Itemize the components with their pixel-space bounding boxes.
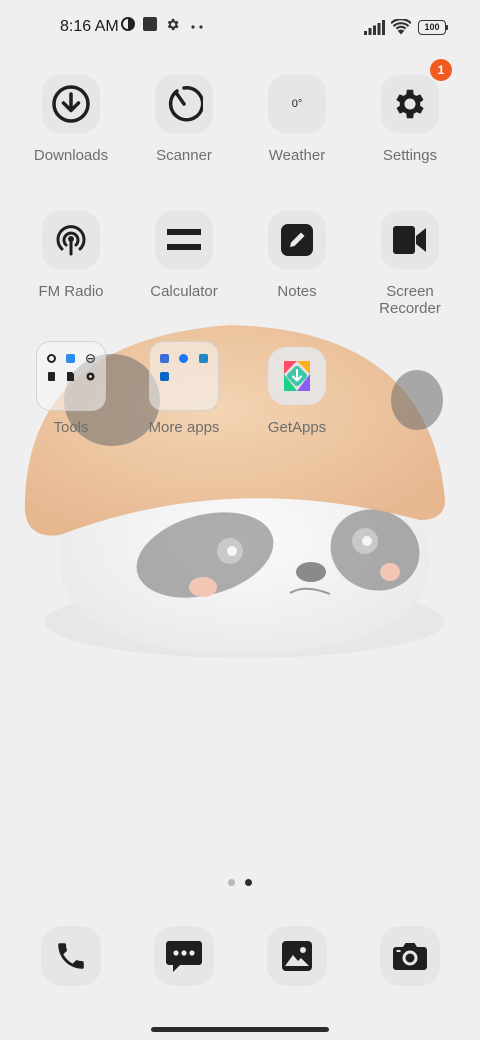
app-label: Weather xyxy=(268,147,326,164)
calculator-tile[interactable] xyxy=(155,211,213,269)
notification-badge: 1 xyxy=(430,59,452,81)
mini-app-icon xyxy=(43,353,60,363)
screen-recorder-tile[interactable] xyxy=(381,211,439,269)
video-camera-icon xyxy=(393,226,426,254)
app-getapps[interactable]: GetApps xyxy=(241,347,353,436)
pencil-icon xyxy=(281,224,313,256)
dock-phone[interactable] xyxy=(41,926,101,986)
data-saver-icon xyxy=(121,17,135,31)
phone-icon xyxy=(58,943,84,969)
mini-app-icon xyxy=(62,353,79,363)
more-dots-icon xyxy=(191,25,203,29)
downloads-tile[interactable] xyxy=(42,75,100,133)
app-calculator[interactable]: Calculator xyxy=(128,211,240,300)
dock-camera[interactable] xyxy=(380,926,440,986)
settings-tile[interactable] xyxy=(381,75,439,133)
camera-icon xyxy=(393,943,427,970)
getapps-tile[interactable] xyxy=(268,347,326,405)
gear-icon xyxy=(396,89,424,119)
app-downloads[interactable]: Downloads xyxy=(15,75,127,164)
app-label: Screen Recorder xyxy=(379,283,441,317)
page-dot[interactable] xyxy=(228,879,235,886)
app-label: More apps xyxy=(148,419,220,436)
messages-icon xyxy=(166,941,202,972)
app-label: Settings xyxy=(382,147,438,164)
home-gesture-bar[interactable] xyxy=(151,1027,329,1032)
mini-app-icon xyxy=(62,371,79,381)
app-settings[interactable]: Settings xyxy=(354,75,466,164)
app-scanner[interactable]: Scanner xyxy=(128,75,240,164)
dock-gallery[interactable] xyxy=(267,926,327,986)
weather-temp: 0° xyxy=(291,98,303,110)
app-label: Downloads xyxy=(33,147,109,164)
notes-tile[interactable] xyxy=(268,211,326,269)
page-dot-active[interactable] xyxy=(245,879,252,886)
mini-app-icon xyxy=(156,353,173,363)
equals-icon xyxy=(167,229,201,250)
status-bar: 8:16 AM 100 xyxy=(0,0,480,56)
app-fm-radio[interactable]: FM Radio xyxy=(15,211,127,300)
folder-tools[interactable]: Tools xyxy=(15,341,127,436)
status-time: 8:16 AM xyxy=(60,18,119,35)
more-apps-folder-tile[interactable] xyxy=(149,341,219,411)
mini-app-icon xyxy=(175,353,192,363)
fm-radio-tile[interactable] xyxy=(42,211,100,269)
folder-more-apps[interactable]: More apps xyxy=(128,341,240,436)
tools-folder-tile[interactable] xyxy=(36,341,106,411)
signal-bars-icon xyxy=(364,20,385,35)
mini-app-icon xyxy=(82,372,99,381)
app-label: GetApps xyxy=(267,419,327,436)
scanner-icon xyxy=(168,86,203,122)
app-label: Calculator xyxy=(150,283,218,300)
mini-app-icon xyxy=(82,353,99,363)
wifi-icon xyxy=(391,19,411,35)
settings-gear-icon xyxy=(167,18,179,31)
mini-app-icon xyxy=(195,353,212,363)
mini-app-icon xyxy=(43,371,60,381)
getapps-icon xyxy=(284,361,310,391)
stop-square-icon xyxy=(143,17,157,31)
app-screen-recorder[interactable]: Screen Recorder xyxy=(354,211,466,317)
app-label: Scanner xyxy=(156,147,212,164)
scanner-tile[interactable] xyxy=(155,75,213,133)
download-icon xyxy=(52,85,90,123)
battery-level: 100 xyxy=(418,20,446,35)
dock-messages[interactable] xyxy=(154,926,214,986)
weather-tile[interactable]: 0° xyxy=(268,75,326,133)
gallery-icon xyxy=(282,941,312,971)
radio-tower-icon xyxy=(56,225,86,256)
app-notes[interactable]: Notes xyxy=(241,211,353,300)
battery-icon: 100 xyxy=(418,20,449,35)
app-label: FM Radio xyxy=(38,283,104,300)
page-indicator xyxy=(228,879,252,887)
app-label: Notes xyxy=(277,283,317,300)
app-label: Tools xyxy=(53,419,89,436)
mini-app-icon xyxy=(156,371,173,381)
app-weather[interactable]: 0° Weather xyxy=(241,75,353,164)
